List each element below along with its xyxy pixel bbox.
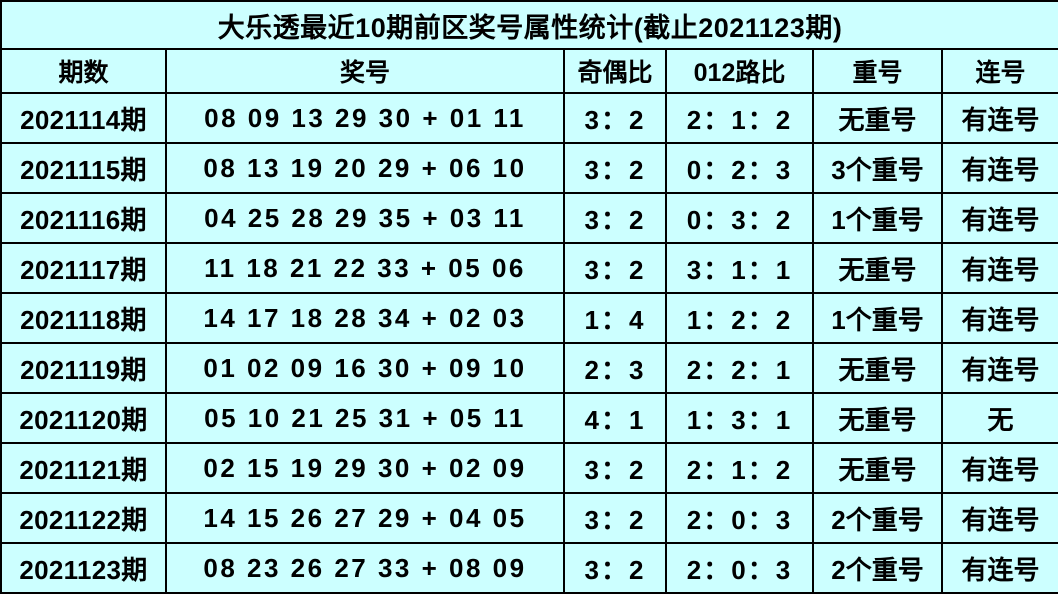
cell-repeat: 无重号 <box>812 92 943 144</box>
table-row: 2021114期 08 09 13 29 30 + 01 11 3：2 2：1：2 无重… <box>0 92 1058 144</box>
table-title: 大乐透最近10期前区奖号属性统计(截止2021123期) <box>0 0 1058 50</box>
cell-numbers: 01 02 09 16 30 + 09 10 <box>165 342 565 394</box>
table-row: 2021115期 08 13 19 20 29 + 06 10 3：2 0：2：3 3个… <box>0 142 1058 194</box>
table-row: 2021117期 11 18 21 22 33 + 05 06 3：2 3：1：1 无重… <box>0 242 1058 294</box>
table-row: 2021122期 14 15 26 27 29 + 04 05 3：2 2：0：3 2个… <box>0 492 1058 544</box>
cell-repeat: 2个重号 <box>812 492 943 544</box>
cell-consecutive: 有连号 <box>940 342 1058 394</box>
cell-odd-even: 3：2 <box>563 542 667 594</box>
cell-odd-even: 4：1 <box>563 392 667 444</box>
cell-consecutive: 有连号 <box>940 542 1058 594</box>
table-row: 2021116期 04 25 28 29 35 + 03 11 3：2 0：3：2 1个… <box>0 192 1058 244</box>
cell-consecutive: 有连号 <box>940 142 1058 194</box>
column-header-repeat: 重号 <box>812 48 943 94</box>
cell-odd-even: 3：2 <box>563 192 667 244</box>
cell-numbers: 08 09 13 29 30 + 01 11 <box>165 92 565 144</box>
table-row: 2021118期 14 17 18 28 34 + 02 03 1：4 1：2：2 1个… <box>0 292 1058 344</box>
lottery-statistics-table: 大乐透最近10期前区奖号属性统计(截止2021123期) 期数 奖号 奇偶比 0… <box>0 0 1058 594</box>
cell-numbers: 14 15 26 27 29 + 04 05 <box>165 492 565 544</box>
cell-road012: 3：1：1 <box>665 242 814 294</box>
cell-numbers: 14 17 18 28 34 + 02 03 <box>165 292 565 344</box>
cell-road012: 2：1：2 <box>665 442 814 494</box>
cell-repeat: 1个重号 <box>812 192 943 244</box>
cell-road012: 1：3：1 <box>665 392 814 444</box>
cell-consecutive: 有连号 <box>940 92 1058 144</box>
cell-road012: 1：2：2 <box>665 292 814 344</box>
cell-repeat: 无重号 <box>812 242 943 294</box>
table-row: 2021119期 01 02 09 16 30 + 09 10 2：3 2：2：1 无重… <box>0 342 1058 394</box>
cell-issue: 2021117期 <box>0 242 167 294</box>
table-row: 2021123期 08 23 26 27 33 + 08 09 3：2 2：0：3 2个… <box>0 542 1058 594</box>
column-header-odd-even: 奇偶比 <box>563 48 667 94</box>
cell-issue: 2021114期 <box>0 92 167 144</box>
cell-issue: 2021122期 <box>0 492 167 544</box>
cell-issue: 2021115期 <box>0 142 167 194</box>
cell-numbers: 11 18 21 22 33 + 05 06 <box>165 242 565 294</box>
cell-odd-even: 3：2 <box>563 492 667 544</box>
cell-numbers: 02 15 19 29 30 + 02 09 <box>165 442 565 494</box>
cell-issue: 2021123期 <box>0 542 167 594</box>
cell-issue: 2021121期 <box>0 442 167 494</box>
column-header-numbers: 奖号 <box>165 48 565 94</box>
cell-consecutive: 有连号 <box>940 442 1058 494</box>
cell-consecutive: 有连号 <box>940 292 1058 344</box>
cell-consecutive: 有连号 <box>940 192 1058 244</box>
cell-consecutive: 有连号 <box>940 492 1058 544</box>
column-header-consecutive: 连号 <box>940 48 1058 94</box>
cell-consecutive: 无 <box>940 392 1058 444</box>
cell-repeat: 3个重号 <box>812 142 943 194</box>
cell-repeat: 2个重号 <box>812 542 943 594</box>
cell-road012: 0：2：3 <box>665 142 814 194</box>
cell-repeat: 1个重号 <box>812 292 943 344</box>
cell-issue: 2021119期 <box>0 342 167 394</box>
table-row: 2021121期 02 15 19 29 30 + 02 09 3：2 2：1：2 无重… <box>0 442 1058 494</box>
cell-numbers: 04 25 28 29 35 + 03 11 <box>165 192 565 244</box>
cell-repeat: 无重号 <box>812 342 943 394</box>
cell-road012: 0：3：2 <box>665 192 814 244</box>
cell-numbers: 05 10 21 25 31 + 05 11 <box>165 392 565 444</box>
cell-consecutive: 有连号 <box>940 242 1058 294</box>
cell-odd-even: 1：4 <box>563 292 667 344</box>
table-title-row: 大乐透最近10期前区奖号属性统计(截止2021123期) <box>0 0 1058 50</box>
cell-odd-even: 3：2 <box>563 242 667 294</box>
table-body: 大乐透最近10期前区奖号属性统计(截止2021123期) 期数 奖号 奇偶比 0… <box>0 0 1058 594</box>
column-header-issue: 期数 <box>0 48 167 94</box>
cell-repeat: 无重号 <box>812 442 943 494</box>
cell-issue: 2021118期 <box>0 292 167 344</box>
cell-road012: 2：2：1 <box>665 342 814 394</box>
table-header-row: 期数 奖号 奇偶比 012路比 重号 连号 <box>0 48 1058 94</box>
cell-odd-even: 3：2 <box>563 442 667 494</box>
cell-repeat: 无重号 <box>812 392 943 444</box>
cell-road012: 2：0：3 <box>665 492 814 544</box>
cell-road012: 2：1：2 <box>665 92 814 144</box>
cell-odd-even: 2：3 <box>563 342 667 394</box>
cell-numbers: 08 13 19 20 29 + 06 10 <box>165 142 565 194</box>
cell-odd-even: 3：2 <box>563 92 667 144</box>
table-row: 2021120期 05 10 21 25 31 + 05 11 4：1 1：3：1 无重… <box>0 392 1058 444</box>
cell-numbers: 08 23 26 27 33 + 08 09 <box>165 542 565 594</box>
cell-issue: 2021120期 <box>0 392 167 444</box>
cell-odd-even: 3：2 <box>563 142 667 194</box>
cell-issue: 2021116期 <box>0 192 167 244</box>
cell-road012: 2：0：3 <box>665 542 814 594</box>
column-header-road012: 012路比 <box>665 48 814 94</box>
